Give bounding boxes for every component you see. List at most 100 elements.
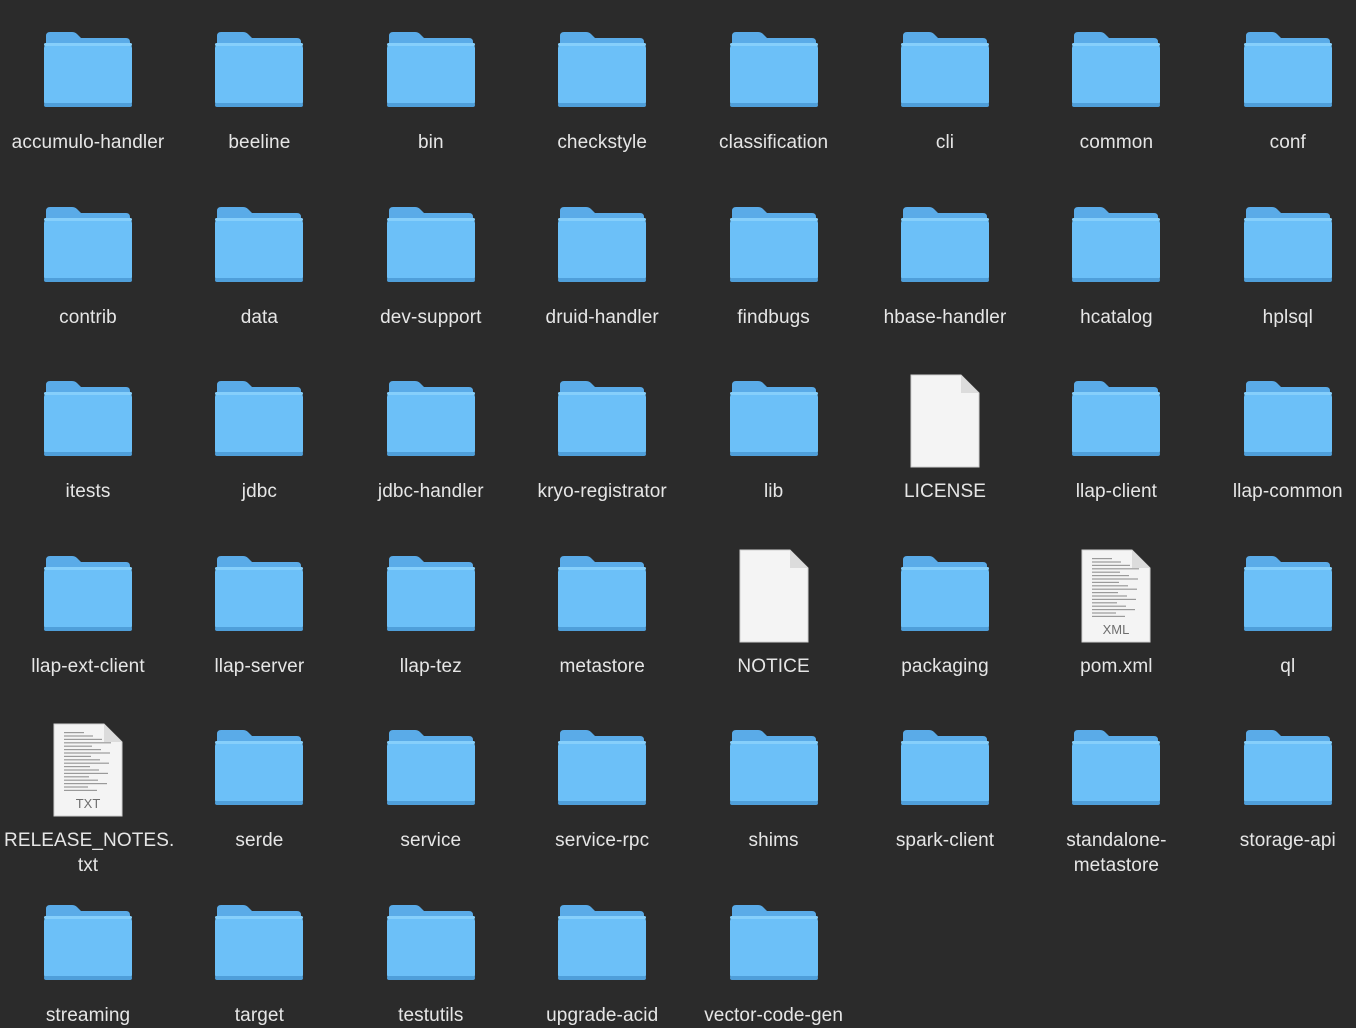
folder-icon bbox=[38, 371, 138, 471]
folder-icon bbox=[895, 197, 995, 297]
folder-item[interactable]: hplsql bbox=[1204, 197, 1356, 367]
folder-icon bbox=[1066, 197, 1166, 297]
item-name-label: cli bbox=[935, 132, 955, 153]
folder-item[interactable]: jdbc bbox=[175, 371, 343, 541]
folder-item[interactable]: classification bbox=[690, 22, 858, 192]
folder-item[interactable]: target bbox=[175, 895, 343, 1028]
item-name-label: llap-client bbox=[1075, 481, 1158, 502]
folder-item[interactable]: findbugs bbox=[690, 197, 858, 367]
folder-icon bbox=[895, 22, 995, 122]
folder-icon bbox=[724, 895, 824, 995]
folder-item[interactable]: kryo-registrator bbox=[518, 371, 686, 541]
item-name-label: dev-support bbox=[380, 306, 482, 328]
folder-icon bbox=[381, 22, 481, 122]
folder-icon bbox=[1238, 371, 1338, 471]
folder-icon bbox=[895, 720, 995, 820]
folder-item[interactable]: hbase-handler bbox=[861, 197, 1029, 367]
folder-item[interactable]: data bbox=[175, 197, 343, 367]
folder-item[interactable]: common bbox=[1032, 22, 1200, 192]
item-name-label: conf bbox=[1269, 132, 1306, 153]
svg-text:XML: XML bbox=[1103, 622, 1130, 637]
folder-icon bbox=[381, 371, 481, 471]
folder-item[interactable]: accumulo-handler bbox=[4, 22, 172, 192]
file-item[interactable]: TXT RELEASE_NOTES. txt bbox=[4, 720, 175, 890]
folder-icon bbox=[724, 197, 824, 297]
item-name-label: service-rpc bbox=[555, 830, 650, 851]
item-name-label: spark-client bbox=[895, 830, 995, 851]
folder-item[interactable]: druid-handler bbox=[518, 197, 686, 367]
folder-icon bbox=[381, 546, 481, 646]
blank-document-icon bbox=[895, 371, 995, 471]
folder-icon bbox=[1066, 371, 1166, 471]
folder-item[interactable]: service bbox=[347, 720, 515, 890]
folder-item[interactable]: llap-server bbox=[175, 546, 343, 716]
folder-icon bbox=[1238, 720, 1338, 820]
item-name-label: lib bbox=[763, 481, 784, 502]
svg-text:TXT: TXT bbox=[76, 796, 101, 811]
folder-item[interactable]: itests bbox=[4, 371, 172, 541]
folder-item[interactable]: serde bbox=[175, 720, 343, 890]
folder-item[interactable]: llap-tez bbox=[347, 546, 515, 716]
folder-item[interactable]: contrib bbox=[4, 197, 172, 367]
folder-item[interactable]: metastore bbox=[518, 546, 686, 716]
item-name-label: serde bbox=[235, 830, 284, 851]
item-name-label: ql bbox=[1280, 655, 1296, 677]
folder-icon bbox=[1238, 197, 1338, 297]
item-name-label: packaging bbox=[901, 655, 989, 677]
folder-icon bbox=[209, 197, 309, 297]
folder-icon bbox=[381, 720, 481, 820]
item-name-label: service bbox=[400, 830, 462, 851]
item-name-label: shims bbox=[748, 830, 799, 851]
folder-item[interactable]: standalone- metastore bbox=[1032, 720, 1200, 890]
folder-item[interactable]: cli bbox=[861, 22, 1029, 192]
folder-item[interactable]: llap-common bbox=[1204, 371, 1356, 541]
folder-item[interactable]: upgrade-acid bbox=[518, 895, 686, 1028]
folder-item[interactable]: bin bbox=[347, 22, 515, 192]
folder-icon bbox=[381, 197, 481, 297]
folder-item[interactable]: lib bbox=[690, 371, 858, 541]
item-name-label: druid-handler bbox=[545, 306, 659, 328]
folder-icon bbox=[552, 197, 652, 297]
folder-icon bbox=[552, 546, 652, 646]
folder-item[interactable]: shims bbox=[690, 720, 858, 890]
folder-item[interactable]: vector-code-gen bbox=[690, 895, 858, 1028]
folder-icon bbox=[209, 371, 309, 471]
item-name-label: testutils bbox=[398, 1004, 464, 1026]
folder-item[interactable]: conf bbox=[1204, 22, 1356, 192]
folder-item[interactable]: ql bbox=[1204, 546, 1356, 716]
folder-icon bbox=[38, 22, 138, 122]
item-name-label: hbase-handler bbox=[883, 306, 1007, 328]
item-name-label: classification bbox=[719, 132, 829, 153]
folder-item[interactable]: llap-ext-client bbox=[4, 546, 172, 716]
folder-icon bbox=[1066, 22, 1166, 122]
xml-document-icon: XML bbox=[1066, 546, 1166, 646]
item-name-label: RELEASE_NOTES. txt bbox=[4, 830, 175, 876]
folder-item[interactable]: testutils bbox=[347, 895, 515, 1028]
folder-item[interactable]: storage-api bbox=[1204, 720, 1356, 890]
folder-item[interactable]: service-rpc bbox=[518, 720, 686, 890]
folder-icon bbox=[38, 895, 138, 995]
folder-icon bbox=[724, 371, 824, 471]
item-name-label: NOTICE bbox=[737, 655, 810, 677]
folder-item[interactable]: llap-client bbox=[1032, 371, 1200, 541]
folder-item[interactable]: packaging bbox=[861, 546, 1029, 716]
folder-icon bbox=[209, 22, 309, 122]
folder-icon bbox=[1066, 720, 1166, 820]
folder-item[interactable]: spark-client bbox=[861, 720, 1029, 890]
item-name-label: storage-api bbox=[1239, 830, 1336, 851]
file-item[interactable]: XML pom.xml bbox=[1032, 546, 1200, 716]
item-name-label: accumulo-handler bbox=[11, 132, 165, 153]
folder-item[interactable]: dev-support bbox=[347, 197, 515, 367]
item-name-label: hplsql bbox=[1262, 306, 1313, 328]
item-name-label: beeline bbox=[228, 132, 291, 153]
folder-icon bbox=[1238, 22, 1338, 122]
item-name-label: checkstyle bbox=[557, 132, 648, 153]
folder-item[interactable]: jdbc-handler bbox=[347, 371, 515, 541]
item-name-label: jdbc bbox=[241, 481, 278, 502]
folder-item[interactable]: streaming bbox=[4, 895, 172, 1028]
folder-item[interactable]: checkstyle bbox=[518, 22, 686, 192]
folder-item[interactable]: hcatalog bbox=[1032, 197, 1200, 367]
file-item[interactable]: NOTICE bbox=[690, 546, 858, 716]
file-item[interactable]: LICENSE bbox=[861, 371, 1029, 541]
folder-item[interactable]: beeline bbox=[175, 22, 343, 192]
